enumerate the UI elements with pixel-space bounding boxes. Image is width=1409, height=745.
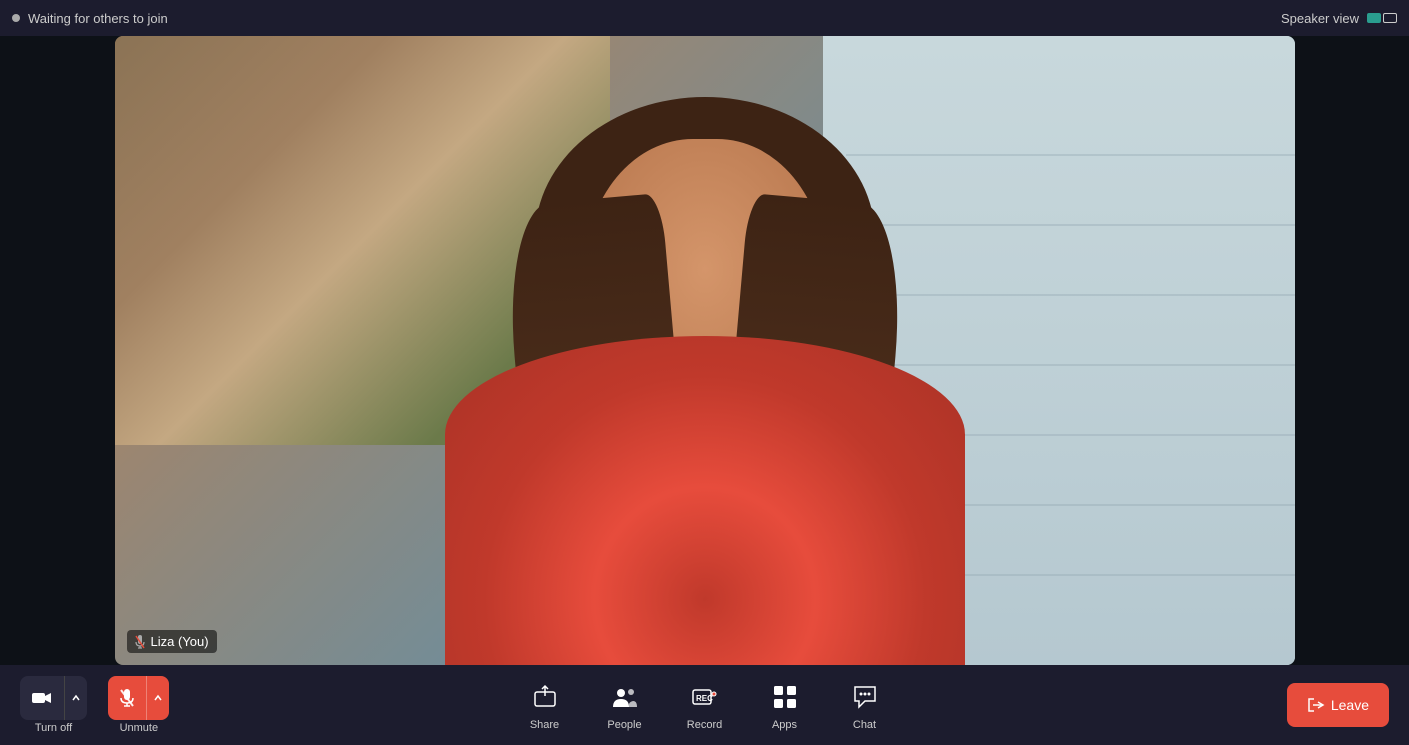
camera-group: Turn off [20,676,87,734]
mic-btn-row [108,676,169,720]
video-background: Liza (You) [115,36,1295,665]
chat-icon [852,684,878,710]
waiting-status: Waiting for others to join [28,11,168,26]
video-area: Liza (You) [0,36,1409,665]
record-icon: REC [691,685,719,709]
chat-icon-wrap [847,679,883,715]
mic-label: Unmute [120,722,159,734]
leave-label: Leave [1331,697,1369,713]
chevron-up-icon [71,693,81,703]
apps-label: Apps [772,719,797,731]
status-dot [12,14,20,22]
speaker-view-label: Speaker view [1281,11,1359,26]
camera-button[interactable] [20,676,64,720]
toolbar-right: Leave [1287,683,1389,727]
people-label: People [607,719,641,731]
svg-text:REC: REC [696,694,713,703]
mic-button[interactable] [108,676,146,720]
record-icon-wrap: REC [687,679,723,715]
person-torso [445,336,965,665]
person-body [380,67,1030,665]
camera-icon [32,691,52,705]
people-icon-wrap [607,679,643,715]
mic-chevron-button[interactable] [146,676,169,720]
share-icon-wrap [527,679,563,715]
camera-btn-row [20,676,87,720]
record-label: Record [687,719,722,731]
apps-icon-wrap [767,679,803,715]
view-toggle[interactable] [1367,13,1397,23]
grid-view-icon [1383,13,1397,23]
participant-name-label: Liza (You) [127,630,217,653]
mic-group: Unmute [108,676,169,734]
camera-chevron-button[interactable] [64,676,87,720]
top-bar-right: Speaker view [1281,11,1397,26]
camera-label: Turn off [35,722,72,734]
top-bar: Waiting for others to join Speaker view [0,0,1409,36]
share-icon [532,684,558,710]
leave-group: Leave [1287,683,1389,727]
people-button[interactable]: People [599,675,651,735]
record-button[interactable]: REC Record [679,675,731,735]
toolbar-center: Share People REC [519,675,891,735]
apps-icon [772,684,798,710]
single-view-icon [1367,13,1381,23]
chat-label: Chat [853,719,876,731]
toolbar-left: Turn off [20,676,169,734]
apps-button[interactable]: Apps [759,675,811,735]
video-container: Liza (You) [115,36,1295,665]
toolbar: Turn off [0,665,1409,745]
chat-button[interactable]: Chat [839,675,891,735]
share-label: Share [530,719,559,731]
participant-name: Liza (You) [151,634,209,649]
chevron-up-icon-mic [153,693,163,703]
mic-muted-icon [135,635,145,649]
share-button[interactable]: Share [519,675,571,735]
leave-button[interactable]: Leave [1287,683,1389,727]
people-icon [611,685,639,709]
mic-icon [120,689,134,707]
top-bar-left: Waiting for others to join [12,11,168,26]
leave-icon [1307,696,1325,714]
